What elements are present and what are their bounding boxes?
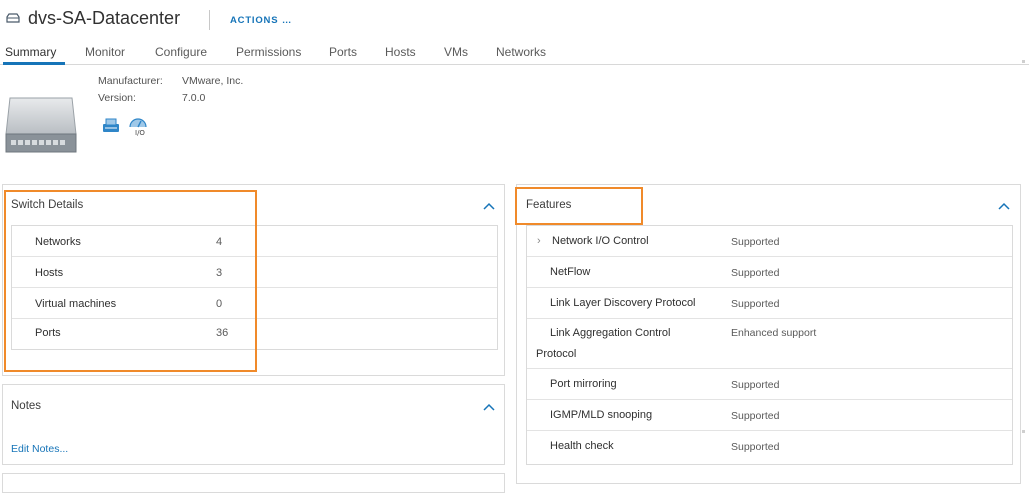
notes-title: Notes	[11, 400, 42, 412]
feature-status: Enhanced support	[731, 327, 817, 339]
tab-networks[interactable]: Networks	[496, 45, 546, 59]
manufacturer-value: VMware, Inc.	[182, 75, 244, 87]
page-title: dvs-SA-Datacenter	[28, 8, 181, 28]
feature-name: Port mirroring	[550, 378, 617, 390]
active-tab-indicator	[3, 62, 65, 65]
feature-name: Health check	[550, 440, 614, 452]
features-table: › Network I/O Control Supported NetFlow …	[526, 225, 1013, 465]
manufacturer-label: Manufacturer:	[98, 75, 163, 87]
next-panel	[2, 473, 505, 493]
feature-name-line1: Link Aggregation Control	[550, 327, 671, 339]
switch-icon	[6, 13, 20, 23]
title-divider	[209, 10, 210, 30]
svg-text:I/O: I/O	[135, 129, 145, 136]
feature-status: Supported	[731, 410, 780, 422]
actions-button[interactable]: ACTIONS …	[230, 15, 292, 26]
row-label: Ports	[35, 327, 61, 339]
tab-permissions[interactable]: Permissions	[236, 45, 301, 59]
network-health-icon[interactable]	[101, 116, 121, 134]
tab-ports[interactable]: Ports	[329, 45, 357, 59]
ellipsis-icon: …	[281, 15, 293, 26]
features-panel: Features › Network I/O Control Supported…	[516, 184, 1021, 484]
table-row: Hosts 3	[12, 257, 497, 288]
collapse-chevron-icon[interactable]	[482, 201, 496, 211]
feature-name: Link Layer Discovery Protocol	[550, 297, 696, 309]
feature-status: Supported	[731, 379, 780, 391]
switch-details-title: Switch Details	[11, 199, 84, 211]
table-row[interactable]: › Network I/O Control Supported	[527, 226, 1012, 257]
feature-name: Network I/O Control	[552, 235, 649, 247]
row-value: 4	[216, 236, 223, 248]
scrollbar-indicator[interactable]	[1022, 430, 1025, 433]
tab-summary[interactable]: Summary	[5, 45, 56, 59]
table-row: Link Layer Discovery Protocol Supported	[527, 288, 1012, 319]
io-control-icon[interactable]: I/O	[127, 116, 149, 136]
row-label: Virtual machines	[35, 298, 117, 310]
tab-vms[interactable]: VMs	[444, 45, 468, 59]
table-row: Link Aggregation Control Protocol Enhanc…	[527, 319, 1012, 369]
tab-configure[interactable]: Configure	[155, 45, 207, 59]
switch-details-table: Networks 4 Hosts 3 Virtual machines 0 Po…	[11, 225, 498, 350]
feature-status: Supported	[731, 298, 780, 310]
row-value: 3	[216, 267, 223, 279]
row-label: Networks	[35, 236, 81, 248]
feature-name-line2: Protocol	[536, 348, 577, 360]
table-row: NetFlow Supported	[527, 257, 1012, 288]
row-label: Hosts	[35, 267, 64, 279]
scrollbar-indicator[interactable]	[1022, 60, 1025, 63]
version-label: Version:	[98, 92, 136, 104]
tab-monitor[interactable]: Monitor	[85, 45, 125, 59]
notes-panel: Notes Edit Notes...	[2, 384, 505, 465]
edit-notes-link[interactable]: Edit Notes...	[11, 443, 68, 455]
actions-label: ACTIONS	[230, 15, 279, 26]
expand-chevron-icon[interactable]: ›	[537, 235, 541, 247]
collapse-chevron-icon[interactable]	[997, 201, 1011, 211]
switch-details-panel: Switch Details Networks 4 Hosts 3 Virtua…	[2, 184, 505, 376]
features-title: Features	[526, 199, 572, 211]
table-row: IGMP/MLD snooping Supported	[527, 400, 1012, 431]
collapse-chevron-icon[interactable]	[482, 402, 496, 412]
table-row: Health check Supported	[527, 431, 1012, 463]
feature-name: IGMP/MLD snooping	[550, 409, 653, 421]
table-row: Ports 36	[12, 319, 497, 350]
distributed-switch-image	[5, 97, 77, 153]
tab-bar: Summary Monitor Configure Permissions Po…	[0, 42, 1029, 65]
feature-status: Supported	[731, 236, 780, 248]
row-value: 0	[216, 298, 223, 310]
version-value: 7.0.0	[182, 92, 206, 104]
table-row: Virtual machines 0	[12, 288, 497, 319]
table-row: Networks 4	[12, 226, 497, 257]
table-row: Port mirroring Supported	[527, 369, 1012, 400]
feature-status: Supported	[731, 267, 780, 279]
feature-name: NetFlow	[550, 266, 591, 278]
row-value: 36	[216, 327, 229, 339]
tab-hosts[interactable]: Hosts	[385, 45, 416, 59]
feature-status: Supported	[731, 441, 780, 453]
